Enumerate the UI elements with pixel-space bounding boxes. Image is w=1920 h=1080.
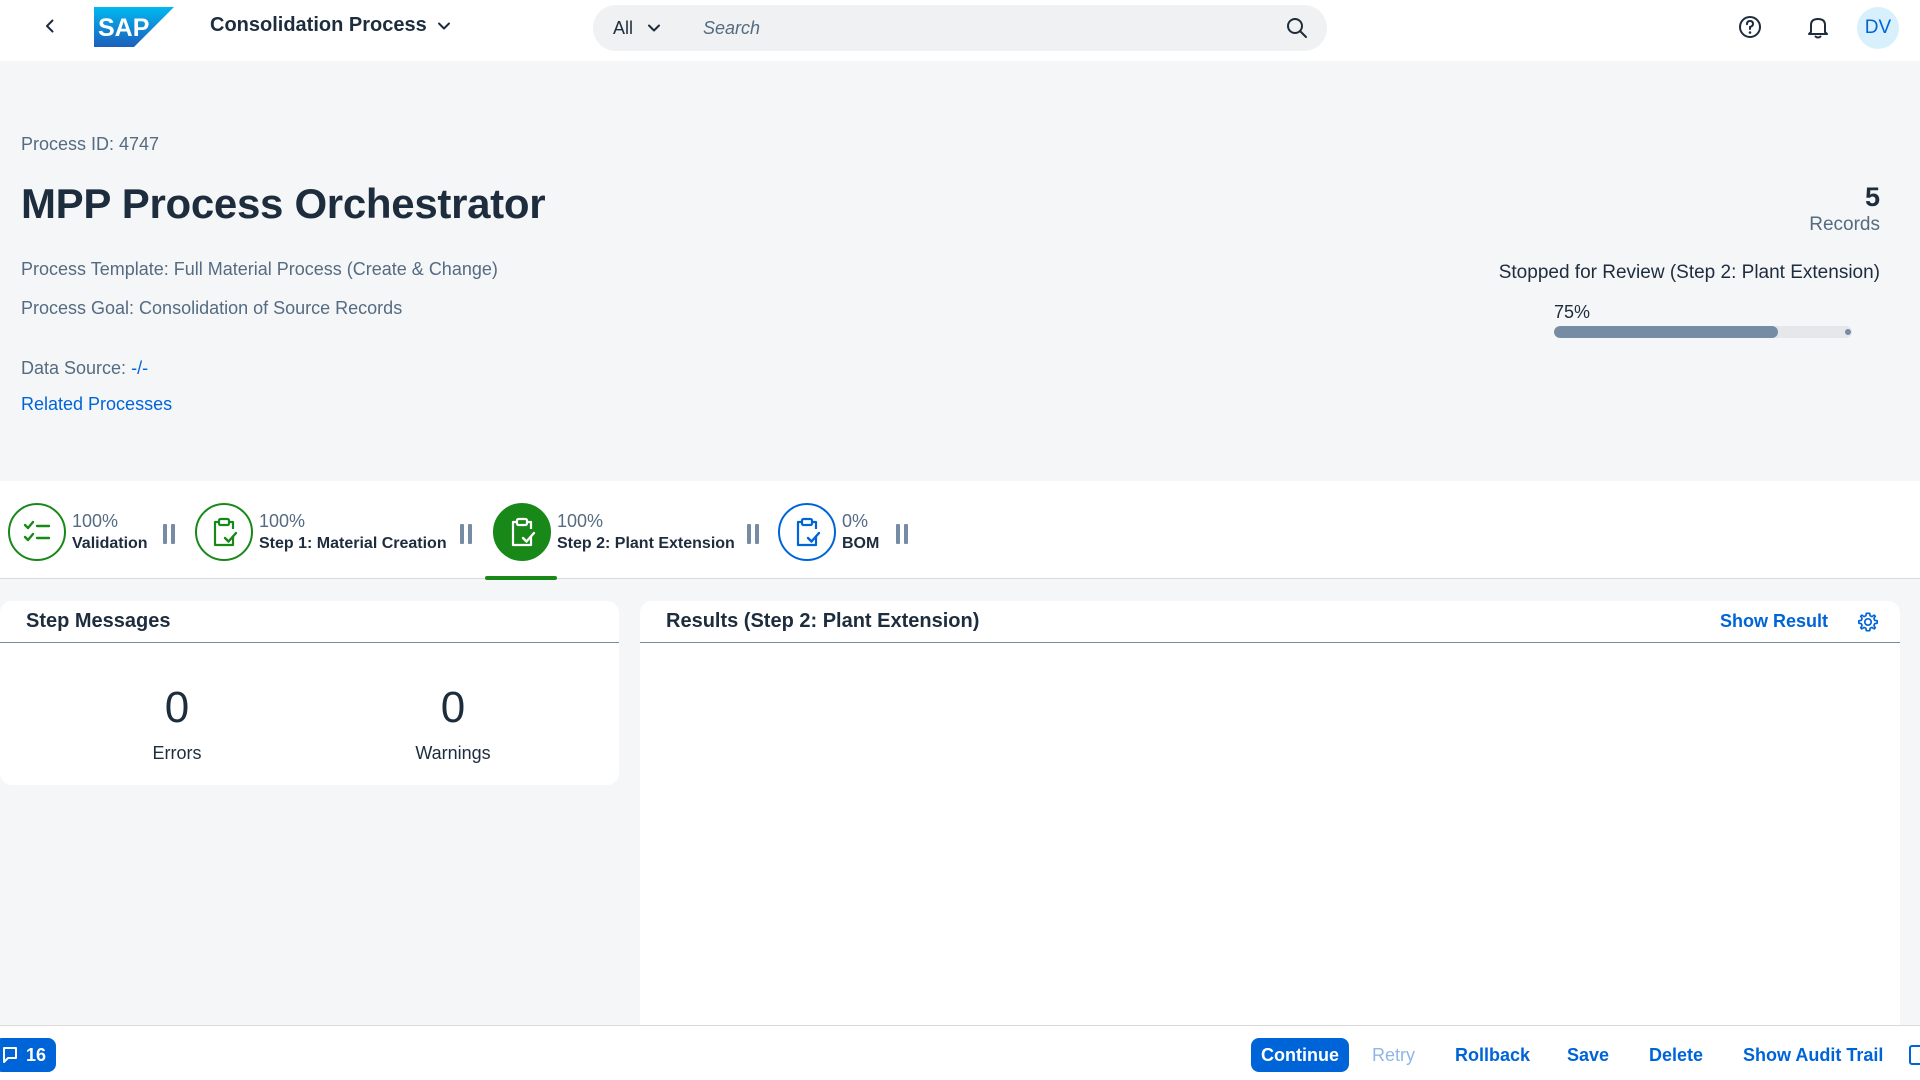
retry-button[interactable]: Retry bbox=[1362, 1038, 1425, 1072]
step-messages-header: Step Messages bbox=[0, 601, 619, 643]
related-processes-link[interactable]: Related Processes bbox=[21, 394, 172, 415]
clipboard-check-icon bbox=[796, 517, 821, 547]
errors-count: 0 bbox=[164, 683, 190, 732]
gear-icon[interactable] bbox=[1857, 611, 1879, 633]
save-button[interactable]: Save bbox=[1557, 1038, 1619, 1072]
selected-step-indicator bbox=[485, 576, 557, 580]
process-status: Stopped for Review (Step 2: Plant Extens… bbox=[1498, 262, 1880, 283]
records-label: Records bbox=[1809, 214, 1880, 235]
pause-after-plant-extension-button[interactable] bbox=[745, 524, 761, 544]
overflow-icon[interactable] bbox=[1908, 1044, 1920, 1066]
show-audit-trail-button[interactable]: Show Audit Trail bbox=[1733, 1038, 1893, 1072]
search-input[interactable] bbox=[703, 8, 1285, 48]
avatar[interactable]: DV bbox=[1857, 7, 1899, 49]
step-plant-extension[interactable]: 100% Step 2: Plant Extension bbox=[493, 503, 735, 561]
step-label: BOM bbox=[842, 535, 880, 552]
step-label: Step 2: Plant Extension bbox=[557, 535, 735, 552]
records-count: 5 bbox=[1864, 182, 1880, 212]
warnings-count: 0 bbox=[440, 683, 466, 732]
search-scope-value: All bbox=[613, 17, 634, 38]
search-bar: All bbox=[593, 5, 1327, 51]
search-scope-select[interactable]: All bbox=[613, 18, 703, 39]
process-goal: Process Goal: Consolidation of Source Re… bbox=[21, 298, 403, 318]
progress-percent: 75% bbox=[1554, 302, 1591, 322]
rollback-button[interactable]: Rollback bbox=[1445, 1038, 1540, 1072]
progress-bar-fill bbox=[1554, 326, 1778, 338]
step-percent: 100% bbox=[72, 511, 119, 531]
app-title-menu[interactable]: Consolidation Process bbox=[210, 14, 451, 37]
data-source-label: Data Source: bbox=[21, 358, 127, 378]
messages-count: 16 bbox=[26, 1044, 47, 1065]
results-panel: Results (Step 2: Plant Extension) Show R… bbox=[640, 601, 1900, 1041]
step-status-circle bbox=[8, 503, 66, 561]
step-messages-title: Step Messages bbox=[26, 610, 171, 632]
step-percent: 100% bbox=[557, 511, 604, 531]
errors-label: Errors bbox=[152, 743, 202, 763]
step-label: Validation bbox=[72, 535, 148, 552]
back-button[interactable] bbox=[38, 14, 62, 38]
step-percent: 100% bbox=[259, 511, 306, 531]
search-icon[interactable] bbox=[1285, 16, 1309, 40]
delete-button[interactable]: Delete bbox=[1639, 1038, 1713, 1072]
pause-after-validation-button[interactable] bbox=[161, 524, 177, 544]
notifications-icon[interactable] bbox=[1805, 14, 1831, 40]
step-bom[interactable]: 0% BOM bbox=[778, 503, 879, 561]
step-messages-panel: Step Messages 0 Errors 0 Warnings bbox=[0, 601, 619, 785]
page-title: MPP Process Orchestrator bbox=[21, 180, 546, 227]
svg-text:SAP: SAP bbox=[98, 14, 149, 42]
chevron-left-icon bbox=[46, 19, 54, 33]
step-percent: 0% bbox=[842, 511, 869, 531]
data-source-link[interactable]: -/- bbox=[131, 358, 148, 378]
step-status-circle bbox=[493, 503, 551, 561]
chevron-down-icon bbox=[648, 24, 661, 32]
pause-after-material-creation-button[interactable] bbox=[458, 524, 474, 544]
message-popover-icon bbox=[3, 1047, 17, 1063]
shell-bar: SAP Consolidation Process All DV bbox=[0, 0, 1920, 61]
clipboard-check-icon bbox=[213, 517, 238, 547]
warnings-label: Warnings bbox=[415, 743, 491, 763]
step-label: Step 1: Material Creation bbox=[259, 535, 447, 552]
data-source: Data Source: -/- bbox=[21, 358, 148, 379]
progress-end-marker bbox=[1845, 329, 1851, 335]
process-id: Process ID: 4747 bbox=[21, 134, 160, 154]
app-title: Consolidation Process bbox=[210, 14, 427, 36]
step-validation[interactable]: 100% Validation bbox=[8, 503, 148, 561]
sap-logo[interactable]: SAP bbox=[94, 7, 174, 47]
footer-toolbar: 16 Continue Retry Rollback Save Delete S… bbox=[0, 1025, 1920, 1080]
chevron-down-icon bbox=[437, 22, 450, 29]
show-result-button[interactable]: Show Result bbox=[1720, 611, 1828, 632]
continue-button[interactable]: Continue bbox=[1251, 1038, 1349, 1072]
warnings-counter[interactable]: 0 Warnings bbox=[353, 683, 553, 764]
checklist-icon bbox=[23, 520, 51, 542]
results-header: Results (Step 2: Plant Extension) bbox=[640, 601, 1900, 643]
help-icon[interactable] bbox=[1737, 14, 1763, 40]
progress-bar bbox=[1554, 326, 1852, 338]
step-status-circle bbox=[195, 503, 253, 561]
clipboard-check-icon bbox=[511, 517, 536, 547]
errors-counter[interactable]: 0 Errors bbox=[77, 683, 277, 764]
process-template: Process Template: Full Material Process … bbox=[21, 259, 498, 279]
step-status-circle bbox=[778, 503, 836, 561]
pause-after-bom-button[interactable] bbox=[894, 524, 910, 544]
messages-button[interactable]: 16 bbox=[0, 1038, 57, 1072]
results-title: Results (Step 2: Plant Extension) bbox=[666, 610, 980, 632]
step-material-creation[interactable]: 100% Step 1: Material Creation bbox=[195, 503, 447, 561]
